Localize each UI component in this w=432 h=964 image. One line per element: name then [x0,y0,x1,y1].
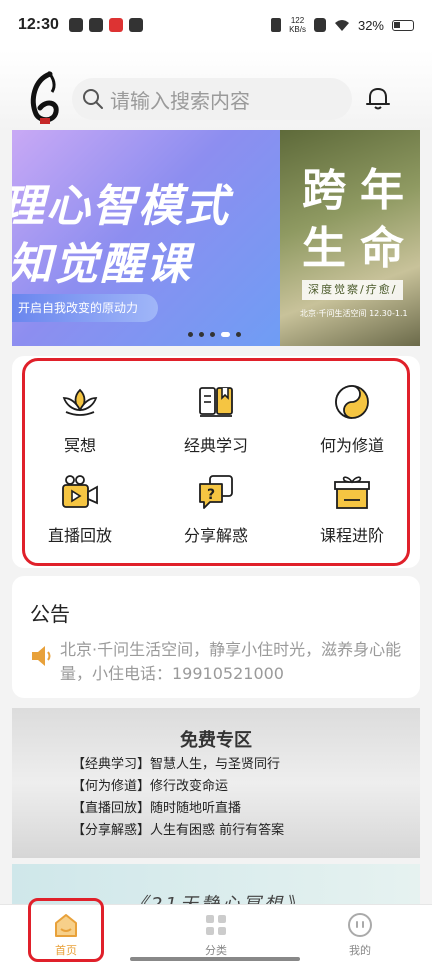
grid-item-label: 直播回放 [47,526,112,545]
logo-icon [30,70,59,124]
free-zone-list: 【经典学习】智慧人生，与圣贤同行 【何为修道】修行改变命运 【直播回放】随时随地… [72,754,284,842]
notification-icons [68,18,143,32]
tab-category[interactable]: 分类 [176,909,256,961]
grid-item-replay[interactable]: 直播回放 [20,472,140,562]
grid-item-classics[interactable]: 经典学习 [156,382,276,472]
banner-slide1-line2: 知觉醒课 [12,239,192,290]
banner-slide-newyear[interactable]: 跨年 生命 深度觉察/疗愈/ 北京·千问生活空间 12.30-1.1 [280,130,420,346]
battery-percent: 32% [357,17,384,33]
tiktok-icon [128,18,143,32]
profile-icon [348,913,372,937]
free-zone-line: 【直播回放】随时随地听直播 [72,801,242,816]
wifi-icon [334,20,349,31]
grid-item-meditation[interactable]: 冥想 [20,382,140,472]
tab-home[interactable]: 首页 [26,909,106,961]
battery-icon [392,19,414,31]
sim-icon [313,18,326,32]
function-grid: 冥想 经典学习 何为修道 直播回放 ? 分享解惑 课程进阶 [12,356,420,568]
grid-item-label: 课程进阶 [319,526,384,545]
grid-item-qa[interactable]: ? 分享解惑 [156,472,276,562]
announcement-text: 北京·千问生活空间，静享小住时光，滋养身心能量，小住电话：19910521000 [60,640,402,683]
banner-slide2-line2: 生命 [302,223,418,274]
free-zone-title: 免费专区 [180,730,252,751]
carousel-dot-active[interactable] [221,332,230,337]
carousel-dots [188,332,241,337]
speaker-icon [32,646,51,666]
header: 请输入搜索内容 [0,50,432,130]
network-speed-unit: KB/s [289,25,306,34]
grid-item-advanced[interactable]: 课程进阶 [292,472,412,562]
banner-slide1-line1: 理心智模式 [12,181,230,232]
video-camera-icon [62,475,98,508]
banner-slide1-subtitle: 开启自我改变的原动力 [12,294,158,322]
banner-slide2-info: 北京·千问生活空间 12.30-1.1 [300,309,408,318]
banner-slide2-tag: 深度觉察/疗愈/ [302,280,404,300]
search-bar[interactable]: 请输入搜索内容 [72,78,352,120]
status-time: 12:30 [18,16,59,33]
grid-item-label: 冥想 [63,436,96,455]
banner-slide2-line1: 跨年 [302,165,418,216]
tab-home-label: 首页 [55,944,77,957]
question-chat-icon: ? [199,475,233,509]
home-icon [55,914,77,937]
lotus-icon [62,388,98,416]
free-zone-banner[interactable]: 免费专区 【经典学习】智慧人生，与圣贤同行 【何为修道】修行改变命运 【直播回放… [12,708,420,858]
status-right: 122 KB/s 32% [271,16,414,34]
announcement-title: 公告 [30,602,70,626]
carousel-dot[interactable] [199,332,204,337]
yin-yang-icon [335,385,369,419]
search-icon [83,89,103,109]
category-icon [206,915,226,935]
banner-slide-course[interactable]: 理心智模式 知觉醒课 开启自我改变的原动力 [12,130,280,346]
app-icon [88,18,103,32]
grid-item-label: 分享解惑 [183,526,248,545]
banner-carousel[interactable]: 理心智模式 知觉醒课 开启自我改变的原动力 跨年 生命 深度觉察/疗愈/ 北京·… [12,130,420,346]
tab-profile-label: 我的 [349,944,371,957]
bottom-nav: 首页 分类 我的 [0,904,432,964]
meditation-banner-title: 《21天静心冥想》 [130,890,306,904]
meditation-banner[interactable]: 《21天静心冥想》 [12,864,420,904]
app-logo[interactable] [20,70,70,126]
book-icon [199,387,233,417]
gesture-bar[interactable] [130,957,300,961]
grid-item-label: 何为修道 [319,436,384,455]
grid-item-label: 经典学习 [183,436,248,455]
search-placeholder: 请输入搜索内容 [110,88,250,113]
free-zone-line: 【经典学习】智慧人生，与圣贤同行 [72,757,281,772]
carousel-dot[interactable] [210,332,215,337]
gift-box-icon [334,476,370,509]
bell-icon[interactable] [364,84,392,112]
carousel-dot[interactable] [188,332,193,337]
announcement-card[interactable]: 公告 北京·千问生活空间，静享小住时光，滋养身心能量，小住电话：19910521… [12,576,420,698]
tab-category-label: 分类 [205,944,227,957]
free-zone-line: 【分享解惑】人生有困惑 前行有答案 [72,823,285,838]
svg-text:?: ? [207,487,215,503]
network-speed-value: 122 [290,16,305,25]
app-red-icon [108,18,123,32]
tab-profile[interactable]: 我的 [320,909,400,961]
carousel-dot[interactable] [236,332,241,337]
status-bar: 12:30 122 KB/s 32% [0,0,432,50]
free-zone-line: 【何为修道】修行改变命运 [72,779,229,794]
grid-item-way[interactable]: 何为修道 [292,382,412,472]
vibrate-icon [271,18,282,32]
mail-icon [68,18,83,32]
network-speed: 122 KB/s [289,16,306,34]
